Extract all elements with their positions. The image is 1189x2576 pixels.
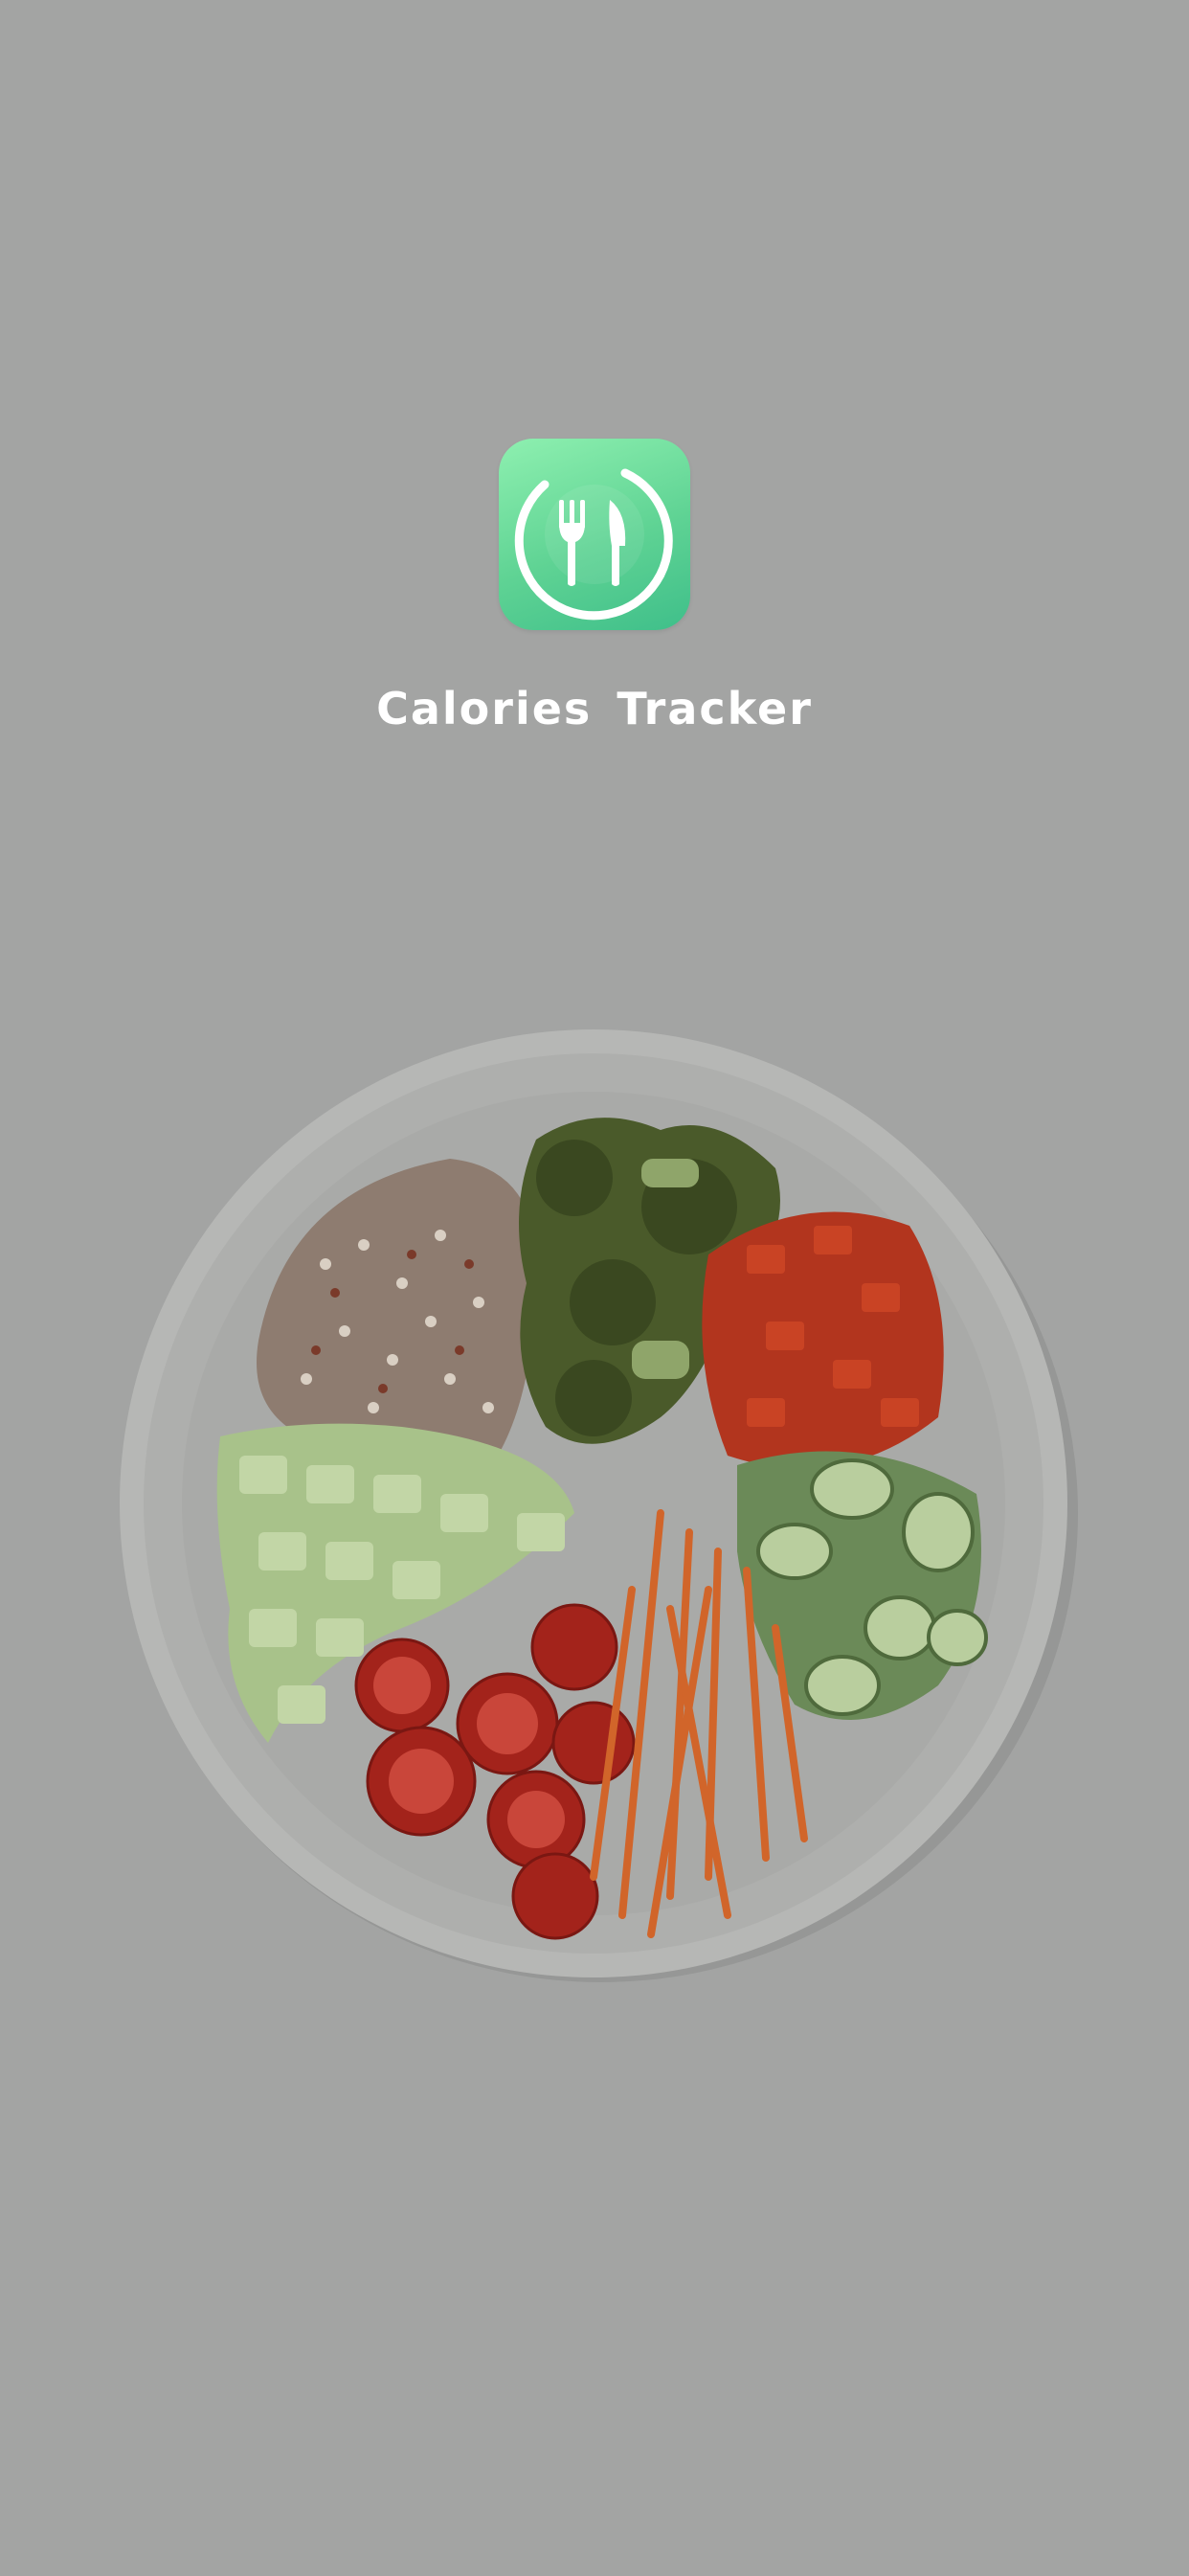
salad-bowl-illustration (120, 1029, 1078, 1982)
splash-screen: Calories Tracker (0, 0, 1189, 2576)
app-logo-icon (499, 439, 690, 630)
fork-knife-icon (514, 468, 673, 621)
app-title: Calories Tracker (376, 683, 813, 734)
